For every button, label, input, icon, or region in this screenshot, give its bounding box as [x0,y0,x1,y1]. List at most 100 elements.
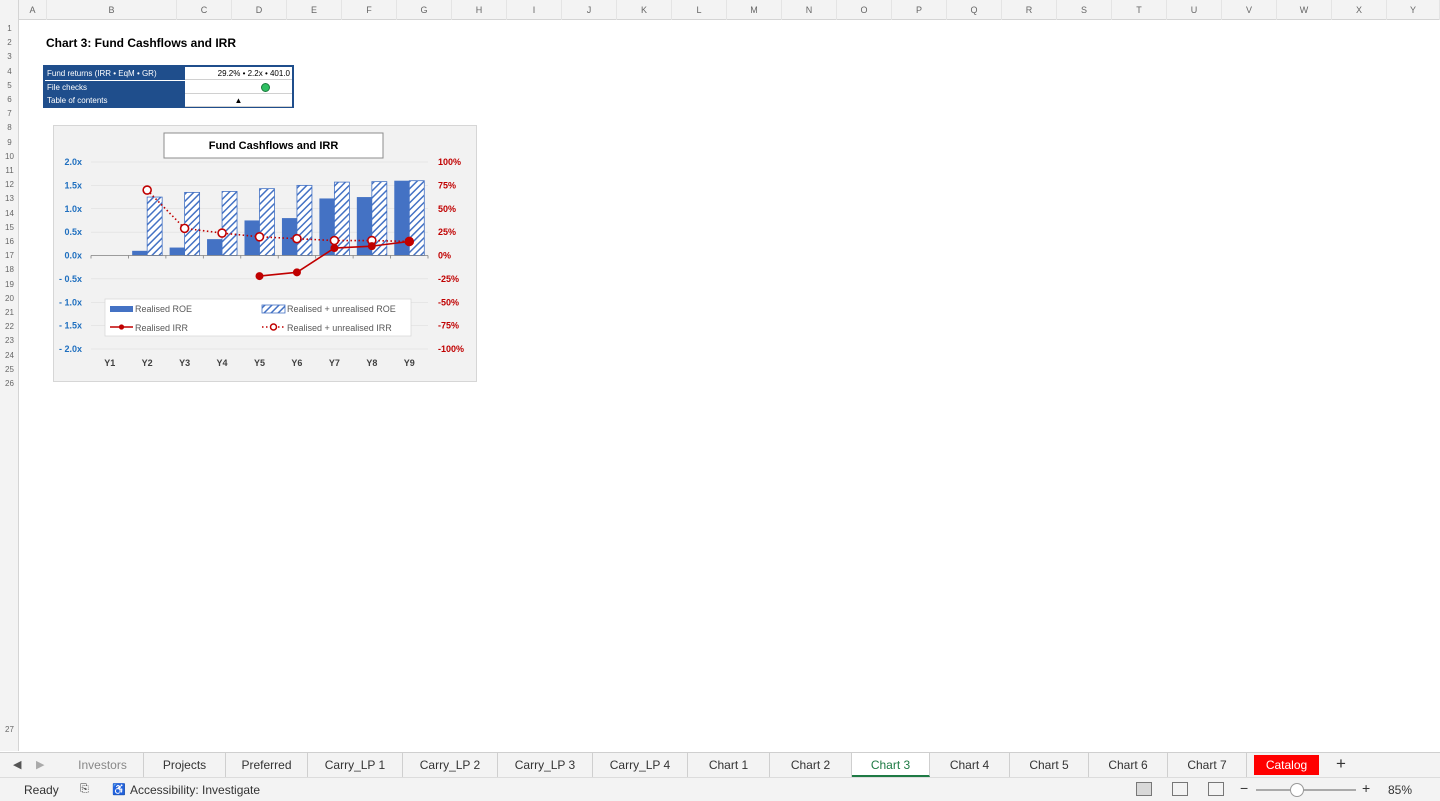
select-all-corner[interactable] [0,0,19,20]
accessibility-icon[interactable]: ♿ [112,783,126,796]
realised-roe-bar [132,250,148,256]
row-header[interactable]: 6 [0,93,19,107]
column-header[interactable]: R [1002,0,1057,20]
sheet-tab[interactable]: Preferred [226,753,308,777]
sheet-tab[interactable]: Chart 6 [1089,753,1168,777]
column-header[interactable]: B [47,0,177,20]
right-axis-tick-label: -25% [438,274,459,284]
column-header[interactable]: T [1112,0,1167,20]
column-header[interactable]: W [1277,0,1332,20]
sheet-tab[interactable]: Chart 4 [930,753,1010,777]
row-header[interactable]: 23 [0,334,19,348]
sheet-tab[interactable]: Chart 5 [1010,753,1089,777]
row-header[interactable]: 26 [0,377,19,391]
accessibility-status[interactable]: Accessibility: Investigate [130,783,260,797]
row-header[interactable]: 2 [0,36,19,50]
column-header[interactable]: G [397,0,452,20]
unrealised-roe-bar [259,188,275,256]
status-ready: Ready [24,783,59,797]
row-header[interactable]: 7 [0,107,19,121]
add-sheet-icon[interactable]: + [1332,754,1350,774]
sheet-tab[interactable]: Investors [62,753,144,777]
row-header[interactable]: 19 [0,278,19,292]
sheet-tab[interactable]: Carry_LP 3 [498,753,593,777]
row-header[interactable]: 20 [0,292,19,306]
column-header[interactable]: K [617,0,672,20]
sheet-tab[interactable]: Carry_LP 1 [308,753,403,777]
sheet-tab[interactable]: Chart 7 [1168,753,1247,777]
column-header[interactable]: C [177,0,232,20]
row-header[interactable]: 22 [0,320,19,334]
page-layout-view-icon[interactable] [1172,782,1188,796]
column-header[interactable]: J [562,0,617,20]
x-axis-category-label: Y5 [254,358,265,368]
zoom-level[interactable]: 85% [1388,783,1412,797]
sheet-tab[interactable]: Chart 3 [852,753,930,777]
info-label: Table of contents [45,94,185,107]
row-header[interactable]: 15 [0,221,19,235]
row-header[interactable]: 12 [0,178,19,192]
unrealised-roe-bar [296,184,313,256]
row-header[interactable]: 10 [0,150,19,164]
row-header[interactable]: 21 [0,306,19,320]
sheet-tab[interactable]: Carry_LP 2 [403,753,498,777]
macro-record-icon[interactable]: ⎘ [80,783,89,796]
column-header[interactable]: Y [1387,0,1440,20]
legend-label: Realised ROE [135,304,192,314]
column-header[interactable]: N [782,0,837,20]
row-header[interactable]: 3 [0,50,19,64]
unrealised-irr-point [142,185,152,195]
column-header[interactable]: V [1222,0,1277,20]
sheet-tab[interactable]: Projects [144,753,226,777]
info-value[interactable]: 29.2% • 2.2x • 401.0 [185,67,292,80]
fund-cashflows-chart[interactable]: Fund Cashflows and IRR 2.0x 1.5x 1.0x 0.5x 0.… [53,125,477,382]
row-header[interactable]: 1 [0,22,19,36]
row-header[interactable]: 4 [0,65,19,79]
right-axis-tick-label: 75% [438,180,456,190]
column-header[interactable]: O [837,0,892,20]
column-header[interactable]: P [892,0,947,20]
zoom-slider-thumb[interactable] [1290,783,1304,797]
realised-irr-point [255,272,264,281]
row-header[interactable]: 14 [0,207,19,221]
sheet-tab[interactable]: Chart 2 [770,753,852,777]
column-header[interactable]: H [452,0,507,20]
row-header[interactable]: 8 [0,121,19,135]
row-header[interactable]: 5 [0,79,19,93]
column-header[interactable]: Q [947,0,1002,20]
column-header[interactable]: M [727,0,782,20]
column-header[interactable]: D [232,0,287,20]
sheet-tab[interactable]: Chart 1 [688,753,770,777]
zoom-in-icon[interactable]: + [1362,780,1370,796]
column-header[interactable]: X [1332,0,1387,20]
column-header[interactable]: E [287,0,342,20]
sheet-tab[interactable]: Catalog [1247,753,1326,777]
zoom-slider-track[interactable] [1256,789,1356,791]
info-label: Fund returns (IRR • EqM • GR) [45,67,185,80]
page-break-view-icon[interactable] [1208,782,1224,796]
info-value[interactable] [185,81,292,94]
zoom-out-icon[interactable]: − [1240,780,1248,796]
column-header[interactable]: U [1167,0,1222,20]
row-header[interactable]: 13 [0,192,19,206]
column-header[interactable]: S [1057,0,1112,20]
row-header[interactable]: 18 [0,263,19,277]
row-header[interactable]: 25 [0,363,19,377]
column-header[interactable]: I [507,0,562,20]
row-header[interactable]: 17 [0,249,19,263]
column-header[interactable]: A [19,0,47,20]
prev-sheet-icon[interactable]: ◀ [13,758,21,771]
row-header[interactable]: 16 [0,235,19,249]
normal-view-icon[interactable] [1136,782,1152,796]
row-header[interactable]: 24 [0,349,19,363]
row-header[interactable]: 9 [0,136,19,150]
column-header[interactable]: L [672,0,727,20]
sheet-tab[interactable]: Carry_LP 4 [593,753,688,777]
row-header[interactable]: 11 [0,164,19,178]
unrealised-roe-bar [221,191,238,256]
column-header[interactable]: F [342,0,397,20]
info-value[interactable]: ▲ [185,94,292,107]
triangle-up-icon[interactable]: ▲ [185,94,292,107]
row-header[interactable]: 27 [0,723,19,737]
next-sheet-icon[interactable]: ▶ [36,758,44,771]
